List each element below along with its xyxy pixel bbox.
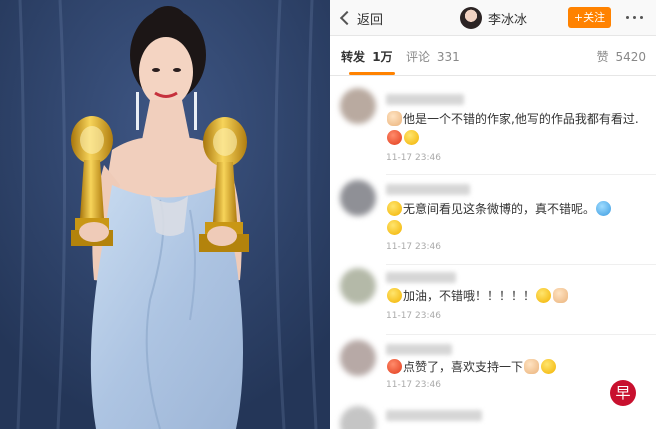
wink-face-icon [387, 220, 402, 235]
list-item[interactable]: 加油，不错哦！！！！！ 11-17 23:46 [330, 266, 656, 336]
comment-author[interactable] [386, 410, 482, 421]
smile-face-icon [387, 201, 402, 216]
praying-hands-icon [387, 111, 402, 126]
comment-time: 11-17 23:46 [386, 380, 441, 390]
photo-illustration [0, 0, 330, 429]
divider [386, 264, 656, 265]
comment-author[interactable] [386, 94, 464, 105]
comment-author[interactable] [386, 344, 452, 355]
tab-like[interactable]: 赞 5420 [597, 48, 646, 65]
list-item[interactable]: 他是一个不错的作家,他写的作品我都有看过. 11-17 23:46 [330, 86, 656, 176]
victory-hand-icon [553, 288, 569, 303]
avatar[interactable] [340, 340, 376, 376]
angry-face-icon [387, 130, 402, 145]
author-name: 李冰冰 [488, 12, 528, 28]
tab-comment-label: 评论 [406, 50, 431, 64]
tab-comment-count: 331 [436, 50, 460, 64]
avatar[interactable] [340, 88, 376, 124]
crying-face-icon [596, 201, 612, 216]
top-nav-bar: 返回 李冰冰 +关注 [330, 0, 656, 36]
newspaper-logo: 早 [610, 380, 636, 406]
tab-repost[interactable]: 转发 1万 [341, 48, 393, 65]
love-face-icon [541, 359, 557, 374]
tab-repost-label: 转发 [341, 50, 366, 64]
post-author[interactable]: 李冰冰 [460, 6, 527, 30]
tab-like-count: 5420 [615, 50, 646, 64]
list-item[interactable] [330, 404, 656, 429]
comment-author[interactable] [386, 184, 470, 195]
chevron-left-icon [339, 10, 355, 26]
comment-text: 点赞了，喜欢支持一下 [386, 358, 642, 377]
list-item[interactable]: 无意间看见这条微博的，真不错呢。 11-17 23:46 [330, 178, 656, 266]
stats-tabs: 转发 1万 评论 331 赞 5420 [330, 36, 656, 76]
tab-comment[interactable]: 评论 331 [406, 48, 460, 65]
comment-time: 11-17 23:46 [386, 242, 441, 252]
avatar[interactable] [340, 406, 376, 429]
follow-button[interactable]: +关注 [568, 7, 611, 28]
active-tab-indicator [349, 72, 395, 75]
comment-time: 11-17 23:46 [386, 311, 441, 321]
comment-text: 他是一个不错的作家,他写的作品我都有看过. [386, 110, 642, 148]
hug-icon [524, 359, 540, 374]
list-item[interactable]: 点赞了，喜欢支持一下 11-17 23:46 [330, 338, 656, 398]
more-dots-icon[interactable] [626, 16, 643, 19]
comment-text: 无意间看见这条微博的，真不错呢。 [386, 200, 642, 238]
divider [386, 334, 656, 335]
comment-time: 11-17 23:46 [386, 153, 441, 163]
award-photo [0, 0, 330, 429]
divider [386, 174, 656, 175]
grin-face-icon [404, 130, 419, 145]
tab-like-label: 赞 [596, 50, 609, 64]
comment-text: 加油，不错哦！！！！！ [386, 287, 642, 306]
avatar [460, 7, 482, 29]
tab-repost-count: 1万 [372, 50, 393, 64]
weibo-phone-screen: 返回 李冰冰 +关注 转发 1万 评论 331 赞 5420 他是一个不错的作家… [330, 0, 656, 429]
pig-face-icon [387, 359, 402, 374]
smile-face-icon [536, 288, 552, 303]
back-label: 返回 [357, 12, 384, 28]
sad-face-icon [387, 288, 402, 303]
back-button[interactable]: 返回 [338, 7, 383, 29]
avatar[interactable] [340, 180, 376, 216]
comment-author[interactable] [386, 272, 456, 283]
avatar[interactable] [340, 268, 376, 304]
